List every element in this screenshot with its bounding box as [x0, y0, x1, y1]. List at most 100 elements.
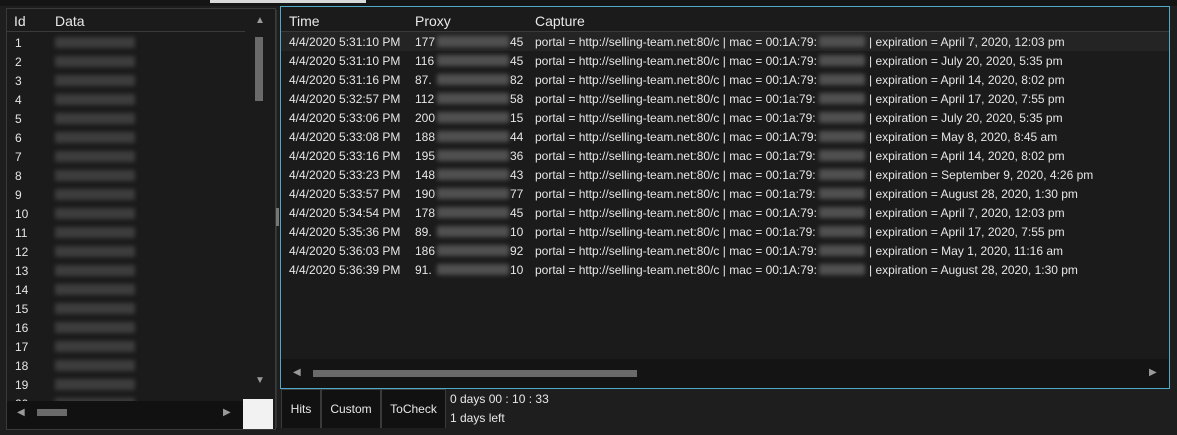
- tab-hits[interactable]: Hits: [281, 389, 321, 428]
- column-header-capture[interactable]: Capture: [535, 13, 585, 29]
- redacted-data: [55, 208, 135, 219]
- list-item[interactable]: 2: [7, 52, 245, 71]
- table-row[interactable]: 4/4/2020 5:33:08 PM 188 44 portal = http://…: [281, 127, 1169, 146]
- column-header-proxy[interactable]: Proxy: [415, 13, 451, 29]
- scroll-thumb[interactable]: [313, 370, 637, 377]
- column-header-time[interactable]: Time: [289, 13, 320, 29]
- list-item[interactable]: 3: [7, 71, 245, 90]
- scroll-thumb[interactable]: [255, 37, 263, 101]
- column-header-data[interactable]: Data: [55, 13, 85, 29]
- table-row[interactable]: 4/4/2020 5:31:10 PM 177 45 portal = http://…: [281, 32, 1169, 51]
- top-tab-indicator: [210, 0, 366, 3]
- cell-capture-expiration: | expiration = April 17, 2020, 7:55 pm: [869, 92, 1065, 106]
- list-item[interactable]: 1: [7, 33, 245, 52]
- table-row[interactable]: 4/4/2020 5:35:36 PM 89. 10 portal = http://…: [281, 222, 1169, 241]
- left-vertical-scrollbar[interactable]: ▲ ▼: [247, 9, 275, 391]
- list-item[interactable]: 9: [7, 185, 245, 204]
- redacted-proxy: [437, 74, 509, 85]
- scroll-right-arrow-icon[interactable]: ▶: [223, 407, 231, 418]
- cell-capture-expiration: | expiration = August 28, 2020, 1:30 pm: [869, 187, 1078, 201]
- redacted-mac: [819, 74, 865, 85]
- tab-tocheck[interactable]: ToCheck: [381, 389, 446, 428]
- list-item[interactable]: 8: [7, 166, 245, 185]
- cell-capture: portal = http://selling-team.net:80/c | …: [535, 149, 816, 163]
- list-item[interactable]: 16: [7, 318, 245, 337]
- row-id: 17: [15, 340, 29, 354]
- list-item[interactable]: 14: [7, 280, 245, 299]
- redacted-mac: [819, 150, 865, 161]
- cell-capture: portal = http://selling-team.net:80/c | …: [535, 168, 816, 182]
- table-row[interactable]: 4/4/2020 5:32:57 PM 112 58 portal = http://…: [281, 89, 1169, 108]
- table-row[interactable]: 4/4/2020 5:33:23 PM 148 43 portal = http://…: [281, 165, 1169, 184]
- cell-proxy-suffix: 15: [510, 111, 524, 125]
- table-row[interactable]: 4/4/2020 5:31:10 PM 116 45 portal = http://…: [281, 51, 1169, 70]
- table-row[interactable]: 4/4/2020 5:33:16 PM 195 36 portal = http://…: [281, 146, 1169, 165]
- redacted-mac: [819, 245, 865, 256]
- scroll-thumb[interactable]: [37, 409, 67, 416]
- redacted-data: [55, 284, 135, 295]
- redacted-proxy: [437, 188, 509, 199]
- redacted-proxy: [437, 207, 509, 218]
- list-item[interactable]: 18: [7, 356, 245, 375]
- table-row[interactable]: 4/4/2020 5:31:16 PM 87. 82 portal = http://…: [281, 70, 1169, 89]
- list-item[interactable]: 19: [7, 375, 245, 394]
- cell-proxy-suffix: 44: [510, 130, 524, 144]
- cell-capture-expiration: | expiration = September 9, 2020, 4:26 p…: [869, 168, 1094, 182]
- tab-custom[interactable]: Custom: [321, 389, 381, 428]
- scroll-left-arrow-icon[interactable]: ◀: [17, 407, 25, 418]
- splitter-grip-icon[interactable]: [276, 208, 279, 226]
- grid-horizontal-scrollbar[interactable]: ◀ ▶: [281, 359, 1169, 388]
- row-id: 5: [15, 112, 22, 126]
- cell-capture: portal = http://selling-team.net:80/c | …: [535, 130, 817, 144]
- cell-capture: portal = http://selling-team.net:80/c | …: [535, 92, 816, 106]
- table-row[interactable]: 4/4/2020 5:33:57 PM 190 77 portal = http://…: [281, 184, 1169, 203]
- list-item[interactable]: 4: [7, 90, 245, 109]
- table-row[interactable]: 4/4/2020 5:36:39 PM 91. 10 portal = http://…: [281, 260, 1169, 279]
- table-row[interactable]: 4/4/2020 5:33:06 PM 200 15 portal = http://…: [281, 108, 1169, 127]
- redacted-proxy: [437, 93, 509, 104]
- redacted-proxy: [437, 264, 509, 275]
- cell-capture: portal = http://selling-team.net:80/c | …: [535, 73, 817, 87]
- cell-time: 4/4/2020 5:33:06 PM: [289, 111, 401, 125]
- row-id: 9: [15, 188, 22, 202]
- left-data-list: Id Data 1234567891011121314151617181920 …: [6, 8, 276, 430]
- list-item[interactable]: 10: [7, 204, 245, 223]
- cell-time: 4/4/2020 5:33:08 PM: [289, 130, 401, 144]
- cell-capture-expiration: | expiration = April 14, 2020, 8:02 pm: [869, 73, 1065, 87]
- list-item[interactable]: 7: [7, 147, 245, 166]
- scroll-down-arrow-icon[interactable]: ▼: [255, 375, 265, 386]
- table-row[interactable]: 4/4/2020 5:34:54 PM 178 45 portal = http://…: [281, 203, 1169, 222]
- list-item[interactable]: 12: [7, 242, 245, 261]
- redacted-data: [55, 151, 135, 162]
- scroll-left-arrow-icon[interactable]: ◀: [293, 367, 301, 378]
- cell-proxy-suffix: 92: [510, 244, 524, 258]
- redacted-proxy: [437, 112, 509, 123]
- cell-proxy-suffix: 82: [510, 73, 524, 87]
- list-item[interactable]: 11: [7, 223, 245, 242]
- redacted-proxy: [437, 131, 509, 142]
- cell-capture: portal = http://selling-team.net:80/c | …: [535, 111, 816, 125]
- scroll-up-arrow-icon[interactable]: ▲: [255, 15, 265, 26]
- cell-proxy-suffix: 10: [510, 225, 524, 239]
- redacted-data: [55, 265, 135, 276]
- list-item[interactable]: 17: [7, 337, 245, 356]
- list-item[interactable]: 6: [7, 128, 245, 147]
- cell-time: 4/4/2020 5:36:39 PM: [289, 263, 401, 277]
- column-header-id[interactable]: Id: [14, 13, 26, 29]
- cell-capture: portal = http://selling-team.net:80/c | …: [535, 54, 817, 68]
- cell-capture-expiration: | expiration = July 20, 2020, 5:35 pm: [869, 54, 1063, 68]
- elapsed-timer: 0 days 00 : 10 : 33: [450, 392, 549, 406]
- scroll-right-arrow-icon[interactable]: ▶: [1149, 367, 1157, 378]
- cell-capture: portal = http://selling-team.net:80/c | …: [535, 35, 817, 49]
- cell-time: 4/4/2020 5:35:36 PM: [289, 225, 401, 239]
- left-horizontal-scrollbar[interactable]: ◀ ▶: [7, 401, 243, 429]
- list-item[interactable]: 13: [7, 261, 245, 280]
- list-item[interactable]: 15: [7, 299, 245, 318]
- list-item[interactable]: 5: [7, 109, 245, 128]
- redacted-mac: [819, 36, 865, 47]
- table-row[interactable]: 4/4/2020 5:36:03 PM 186 92 portal = http://…: [281, 241, 1169, 260]
- cell-proxy-prefix: 200: [415, 111, 436, 125]
- redacted-data: [55, 322, 135, 333]
- cell-time: 4/4/2020 5:32:57 PM: [289, 92, 401, 106]
- redacted-mac: [819, 93, 865, 104]
